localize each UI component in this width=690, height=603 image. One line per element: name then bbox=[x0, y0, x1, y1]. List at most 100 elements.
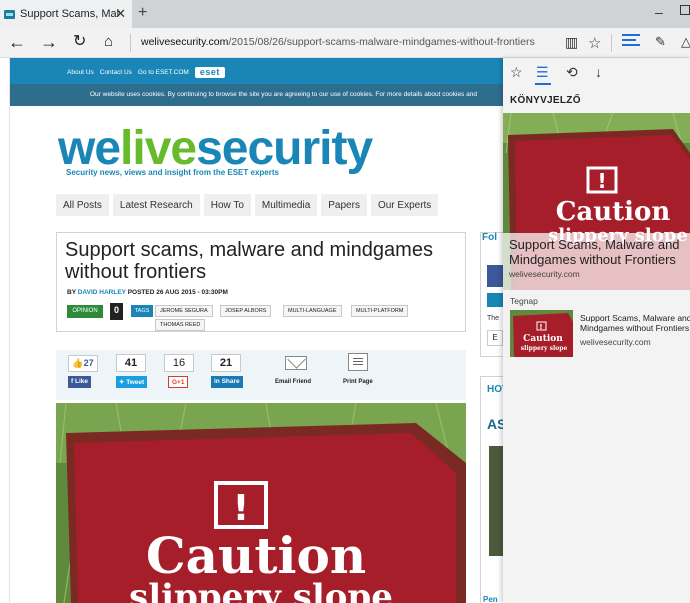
maximize-button[interactable] bbox=[680, 5, 690, 15]
article-header: Support scams, malware and mindgames wit… bbox=[56, 232, 466, 332]
minimize-button[interactable]: – bbox=[655, 4, 663, 20]
caution-sign-photo: ! Caution slippery slope bbox=[56, 403, 466, 603]
facebook-like-label: Like bbox=[74, 378, 88, 385]
section-label: Tegnap bbox=[510, 296, 538, 306]
sign-exclaim: ! bbox=[233, 488, 249, 529]
bottom-widget-heading: Pen bbox=[483, 595, 498, 603]
new-tab-button[interactable]: + bbox=[138, 4, 147, 22]
hub-icon[interactable] bbox=[622, 34, 644, 52]
site-favicon-icon bbox=[4, 9, 15, 19]
linkedin-count: 21 bbox=[211, 354, 241, 372]
email-friend-button[interactable]: Email Friend bbox=[275, 379, 311, 385]
menu-multimedia[interactable]: Multimedia bbox=[254, 194, 318, 216]
forward-arrow-icon[interactable]: → bbox=[40, 32, 58, 52]
main-menu: All Posts Latest Research How To Multime… bbox=[56, 194, 439, 216]
tag-josep-albors[interactable]: JOSEP ALBORS bbox=[220, 305, 272, 317]
linkedin-icon: in bbox=[214, 378, 222, 385]
featured-url: welivesecurity.com bbox=[509, 269, 580, 279]
article-byline: BY DAVID HARLEY POSTED 26 AUG 2015 - 03:… bbox=[67, 289, 228, 296]
reading-list-featured[interactable]: ! Caution slippery slope Support Scams, … bbox=[503, 113, 690, 290]
navigation-bar: ← → ↻ ⌂ welivesecurity.com/2015/08/26/su… bbox=[0, 28, 690, 58]
reading-list-item[interactable]: ! Caution slippery slope Support Scams, … bbox=[510, 310, 690, 358]
tab-close-icon[interactable]: ✕ bbox=[115, 6, 126, 22]
reading-list-icon[interactable]: ☰ bbox=[535, 64, 551, 85]
downloads-icon[interactable]: ↓ bbox=[595, 64, 602, 80]
favorites-star-icon[interactable]: ☆ bbox=[510, 64, 523, 81]
tweet-button[interactable]: ✦ Tweet bbox=[116, 376, 148, 388]
tag-multi-platform[interactable]: MULTI-PLATFORM bbox=[351, 305, 409, 317]
follow-heading: Fol bbox=[482, 232, 497, 243]
eset-logo[interactable]: eset bbox=[194, 67, 225, 78]
category-badge[interactable]: OPINION bbox=[67, 305, 103, 318]
hot-topics-image[interactable] bbox=[489, 446, 503, 556]
print-icon[interactable] bbox=[348, 353, 368, 371]
byline-prefix: BY bbox=[67, 289, 76, 296]
item-sign-slippery: slippery slope bbox=[521, 345, 568, 352]
email-follow-icon[interactable] bbox=[487, 293, 503, 307]
item-sign-exclaim: ! bbox=[539, 323, 542, 331]
article-title: Support scams, malware and mindgames wit… bbox=[65, 239, 433, 283]
facebook-like-button[interactable]: f Like bbox=[68, 376, 91, 388]
twitter-count: 41 bbox=[116, 354, 146, 372]
go-to-eset-link[interactable]: Go to ESET.COM bbox=[138, 69, 189, 76]
tag-thomas-reed[interactable]: THOMAS REED bbox=[155, 319, 206, 331]
refresh-icon[interactable]: ↻ bbox=[73, 32, 86, 52]
email-icon[interactable] bbox=[285, 356, 307, 370]
tweet-label: Tweet bbox=[126, 379, 145, 386]
toolbar-divider bbox=[611, 34, 612, 52]
author-link[interactable]: DAVID HARLEY bbox=[78, 289, 126, 296]
address-bar[interactable]: welivesecurity.com/2015/08/26/support-sc… bbox=[141, 36, 535, 48]
article-image: ! Caution slippery slope bbox=[56, 403, 466, 603]
site-top-strip: About Us Contact Us Go to ESET.COM eset bbox=[10, 58, 503, 84]
tag-multi-language[interactable]: MULTI-LANGUAGE bbox=[283, 305, 342, 317]
menu-papers[interactable]: Papers bbox=[321, 194, 367, 216]
follow-e-button[interactable]: E bbox=[487, 330, 503, 346]
comment-count-badge[interactable]: 0 bbox=[110, 303, 123, 320]
facebook-count: 👍27 bbox=[68, 355, 98, 372]
tab-title: Support Scams, Malwan bbox=[20, 8, 120, 20]
gplus-button[interactable]: G+1 bbox=[168, 376, 189, 388]
menu-how-to[interactable]: How To bbox=[203, 194, 251, 216]
follow-text: The bbox=[487, 315, 500, 322]
page-left-edge bbox=[0, 58, 10, 603]
linkedin-share-label: Share bbox=[221, 378, 240, 385]
sign-slippery-text: slippery slope bbox=[129, 577, 393, 603]
facebook-follow-icon[interactable] bbox=[487, 265, 503, 287]
about-us-link[interactable]: About Us bbox=[67, 69, 94, 76]
favorite-star-icon[interactable]: ☆ bbox=[588, 34, 601, 52]
menu-all-posts[interactable]: All Posts bbox=[56, 194, 109, 216]
cookie-notice: Our website uses cookies. By continuing … bbox=[10, 84, 503, 106]
tag-jerome-segura[interactable]: JEROME SEGURA bbox=[155, 305, 213, 317]
history-icon[interactable]: ⟲ bbox=[566, 64, 578, 81]
gplus-count: 16 bbox=[164, 354, 194, 372]
item-sign-caution: Caution bbox=[523, 334, 563, 344]
reading-view-icon[interactable]: ▥ bbox=[565, 34, 578, 51]
featured-sign-exclaim: ! bbox=[597, 169, 606, 193]
web-note-icon[interactable]: ✎ bbox=[655, 34, 666, 50]
linkedin-share-button[interactable]: in Share bbox=[211, 376, 243, 388]
print-page-button[interactable]: Print Page bbox=[343, 379, 373, 385]
hub-panel: ☆ ☰ ⟲ ↓ KÖNYVJELZŐ ! Caution slippery sl… bbox=[503, 58, 690, 603]
share-icon[interactable]: △ bbox=[681, 34, 690, 50]
hub-tabs: ☆ ☰ ⟲ ↓ bbox=[503, 58, 690, 88]
address-host: welivesecurity.com bbox=[141, 36, 229, 48]
browser-window: Support Scams, Malwan ✕ + – ← → ↻ ⌂ weli… bbox=[0, 0, 690, 603]
contact-us-link[interactable]: Contact Us bbox=[100, 69, 132, 76]
menu-our-experts[interactable]: Our Experts bbox=[370, 194, 439, 216]
thumbs-up-icon: 👍 bbox=[72, 358, 84, 368]
share-bar: 👍27 f Like 41 ✦ Tweet 16 G+1 21 in Share… bbox=[56, 350, 466, 400]
browser-tab[interactable]: Support Scams, Malwan ✕ bbox=[0, 0, 132, 28]
site-logo[interactable]: welivesecurity bbox=[58, 124, 373, 174]
menu-latest-research[interactable]: Latest Research bbox=[112, 194, 200, 216]
address-path: /2015/08/26/support-scams-malware-mindga… bbox=[228, 36, 535, 48]
posted-date: POSTED 26 AUG 2015 - 03:30PM bbox=[127, 289, 228, 296]
item-thumbnail: ! Caution slippery slope bbox=[510, 310, 573, 357]
item-url: welivesecurity.com bbox=[580, 337, 651, 347]
featured-sign-caution: Caution bbox=[556, 197, 671, 227]
featured-caption: Support Scams, Malware and Mindgames wit… bbox=[503, 233, 690, 290]
back-arrow-icon[interactable]: ← bbox=[8, 32, 26, 52]
home-icon[interactable]: ⌂ bbox=[104, 32, 113, 52]
hub-header: KÖNYVJELZŐ bbox=[510, 95, 581, 106]
address-divider bbox=[130, 34, 131, 52]
site-tagline: Security news, views and insight from th… bbox=[66, 168, 279, 177]
